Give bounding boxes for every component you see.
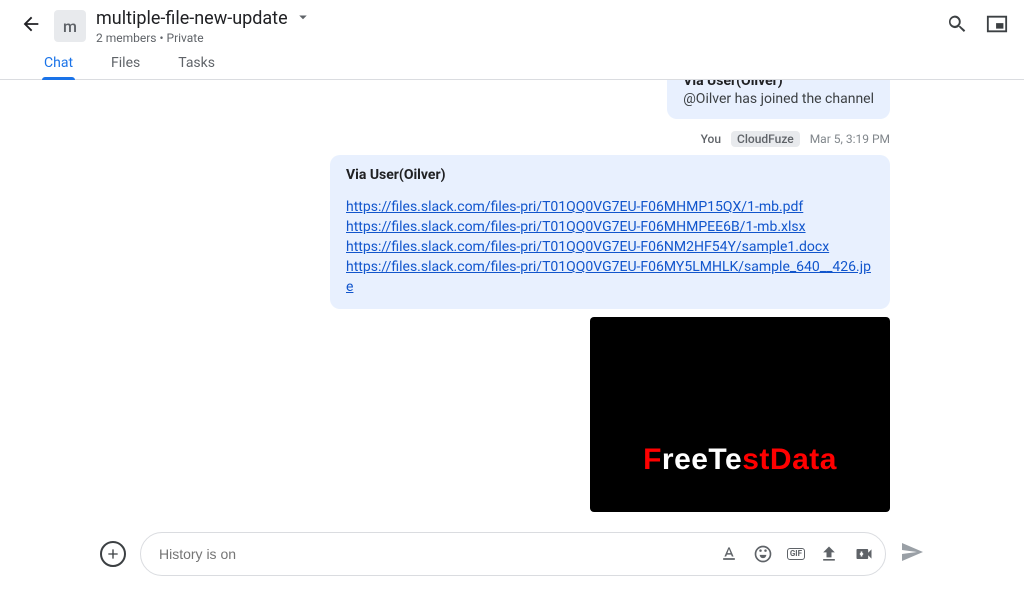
via-user: Via User(Oilver) bbox=[683, 80, 874, 89]
space-title[interactable]: multiple-file-new-update bbox=[96, 8, 288, 29]
tab-chat[interactable]: Chat bbox=[44, 55, 73, 79]
file-link[interactable]: https://files.slack.com/files-pri/T01QQ0… bbox=[346, 237, 874, 257]
tab-tasks[interactable]: Tasks bbox=[178, 55, 215, 79]
back-button[interactable] bbox=[20, 13, 42, 39]
emoji-icon[interactable] bbox=[753, 544, 773, 564]
file-link[interactable]: https://files.slack.com/files-pri/T01QQ0… bbox=[346, 197, 874, 217]
upload-icon[interactable] bbox=[819, 544, 839, 564]
format-text-icon[interactable] bbox=[719, 544, 739, 564]
image-attachment-content: FreeTestData bbox=[643, 353, 837, 477]
sender-app-badge: CloudFuze bbox=[731, 131, 800, 147]
message-text: @Oilver has joined the channel bbox=[683, 91, 874, 107]
gif-icon[interactable]: GIF bbox=[787, 548, 805, 560]
via-user: Via User(Oilver) bbox=[346, 167, 874, 183]
message-meta: You CloudFuze Mar 5, 3:19 PM bbox=[10, 127, 1014, 151]
search-icon[interactable] bbox=[946, 13, 968, 39]
message-input[interactable] bbox=[159, 546, 719, 562]
space-avatar: m bbox=[54, 10, 86, 42]
image-attachment[interactable]: FreeTestData bbox=[590, 317, 890, 512]
space-subtitle: 2 members • Private bbox=[96, 31, 312, 45]
tab-files[interactable]: Files bbox=[111, 55, 140, 79]
file-link[interactable]: https://files.slack.com/files-pri/T01QQ0… bbox=[346, 257, 874, 297]
composer: GIF bbox=[140, 532, 886, 576]
add-attachment-button[interactable] bbox=[100, 541, 126, 567]
file-link[interactable]: https://files.slack.com/files-pri/T01QQ0… bbox=[346, 217, 874, 237]
message-bubble: Via User(Oilver) @Oilver has joined the … bbox=[667, 80, 890, 119]
message-time: Mar 5, 3:19 PM bbox=[810, 132, 890, 146]
picture-in-picture-icon[interactable] bbox=[986, 13, 1008, 39]
message-bubble: Via User(Oilver) https://files.slack.com… bbox=[330, 155, 890, 309]
video-add-icon[interactable] bbox=[853, 544, 875, 564]
sender-you: You bbox=[701, 132, 721, 146]
send-button[interactable] bbox=[900, 540, 924, 568]
chevron-down-icon[interactable] bbox=[294, 8, 312, 30]
